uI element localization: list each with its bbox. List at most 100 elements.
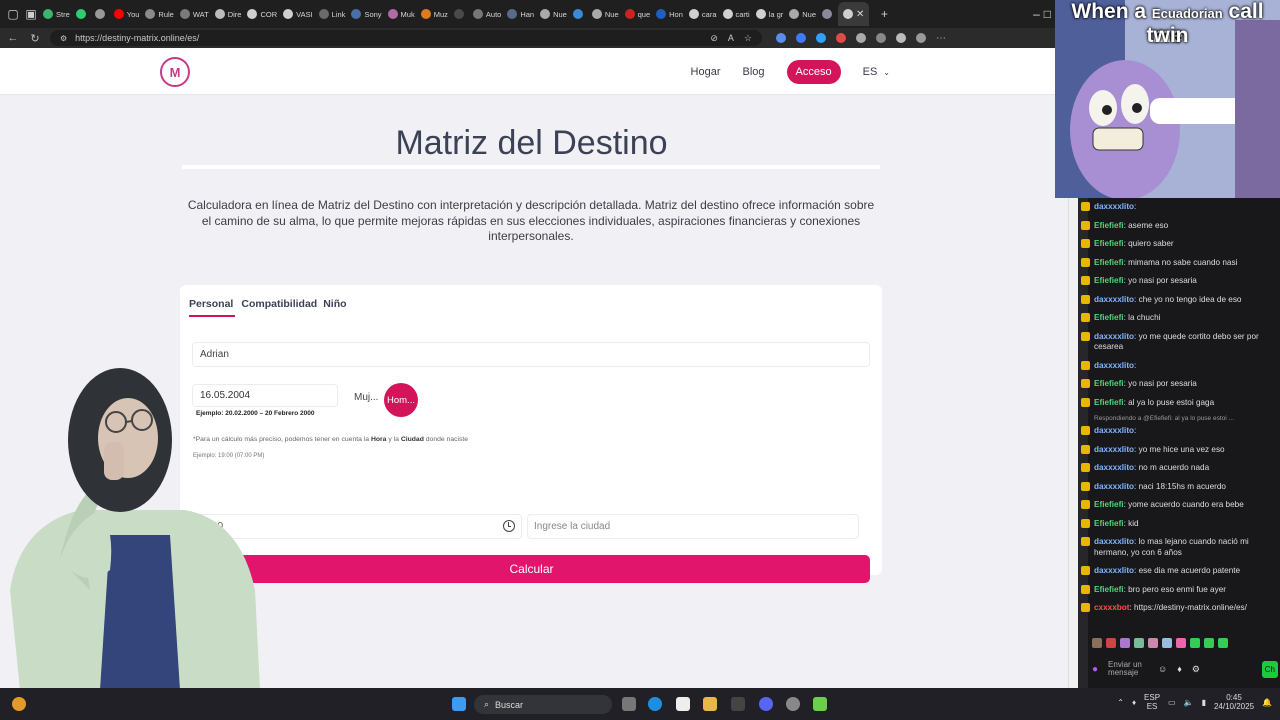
- chat-send-button[interactable]: Ch: [1261, 660, 1278, 678]
- maximize-icon[interactable]: □: [1044, 7, 1051, 21]
- network-icon[interactable]: ▭: [1168, 698, 1176, 707]
- extension-icon[interactable]: [816, 32, 826, 43]
- extension-icon[interactable]: [796, 32, 806, 43]
- emote-icon[interactable]: [1092, 638, 1102, 648]
- emote-icon[interactable]: [1106, 638, 1116, 648]
- emote-icon[interactable]: [1148, 638, 1158, 648]
- emote-icon[interactable]: [1204, 638, 1214, 648]
- weather-icon[interactable]: [12, 697, 26, 711]
- browser-tab[interactable]: Sony: [348, 2, 384, 26]
- browser-tab[interactable]: Han: [504, 2, 537, 26]
- browser-tab[interactable]: Stre: [40, 2, 73, 26]
- chat-username[interactable]: daxxxxlito: [1094, 566, 1134, 575]
- chat-username[interactable]: daxxxxlito: [1094, 482, 1134, 491]
- chat-username[interactable]: Efiefiefi: [1094, 221, 1124, 230]
- chat-username[interactable]: Efiefiefi: [1094, 500, 1124, 509]
- app-icon[interactable]: [731, 697, 745, 711]
- volume-icon[interactable]: 🔈: [1184, 698, 1194, 707]
- tab-compatibility[interactable]: Compatibilidad: [241, 298, 317, 317]
- browser-tab[interactable]: que: [622, 2, 654, 26]
- window-menu-icon[interactable]: ▢: [4, 5, 22, 23]
- site-logo[interactable]: M: [160, 57, 190, 87]
- discord-icon[interactable]: [759, 697, 773, 711]
- chat-username[interactable]: daxxxxlito: [1094, 463, 1134, 472]
- browser-tab[interactable]: Nue: [589, 2, 622, 26]
- chat-username[interactable]: Efiefiefi: [1094, 519, 1124, 528]
- browser-tab[interactable]: Auto: [470, 2, 504, 26]
- browser-tab[interactable]: VASI: [280, 2, 316, 26]
- calculate-button[interactable]: Calcular: [193, 555, 870, 583]
- app-icon[interactable]: [813, 697, 827, 711]
- chat-username[interactable]: daxxxxlito: [1094, 537, 1134, 546]
- battery-icon[interactable]: ▮: [1202, 698, 1206, 707]
- chat-username[interactable]: daxxxxlito: [1094, 295, 1134, 304]
- browser-tab[interactable]: Hon: [653, 2, 686, 26]
- browser-tab[interactable]: You: [111, 2, 143, 26]
- eye-off-icon[interactable]: ⊘: [710, 33, 718, 44]
- emote-icon[interactable]: [1218, 638, 1228, 648]
- profile-avatar-icon[interactable]: [916, 32, 926, 43]
- chat-username[interactable]: Efiefiefi: [1094, 258, 1124, 267]
- active-tab[interactable]: ✕: [838, 2, 870, 26]
- emote-icon[interactable]: [1190, 638, 1200, 648]
- extension-icon[interactable]: [876, 32, 886, 43]
- read-aloud-icon[interactable]: A: [728, 33, 734, 44]
- nav-blog-link[interactable]: Blog: [743, 66, 765, 78]
- chat-username[interactable]: daxxxxlito: [1094, 426, 1134, 435]
- tab-list-icon[interactable]: ▣: [22, 5, 40, 23]
- settings-icon[interactable]: ⚙: [1192, 664, 1200, 675]
- chat-username[interactable]: cxxxxbot: [1094, 603, 1130, 612]
- browser-tab[interactable]: [451, 2, 470, 26]
- clock[interactable]: 0:45 24/10/2025: [1214, 693, 1254, 711]
- browser-tab[interactable]: Nue: [537, 2, 570, 26]
- chat-username[interactable]: Efiefiefi: [1094, 379, 1124, 388]
- bits-icon[interactable]: ♦: [1177, 664, 1182, 674]
- emote-icon[interactable]: [1162, 638, 1172, 648]
- file-explorer-icon[interactable]: [703, 697, 717, 711]
- emoji-icon[interactable]: ☺: [1158, 664, 1167, 674]
- browser-tab[interactable]: Dire: [212, 2, 245, 26]
- browser-tab[interactable]: COR: [244, 2, 280, 26]
- nav-home-link[interactable]: Hogar: [691, 66, 721, 78]
- new-tab-icon[interactable]: +: [875, 5, 893, 23]
- edge-icon[interactable]: [648, 697, 662, 711]
- extension-icon[interactable]: [776, 32, 786, 43]
- browser-tab[interactable]: Rule: [142, 2, 176, 26]
- close-tab-icon[interactable]: ✕: [856, 9, 864, 20]
- favorites-icon[interactable]: [896, 32, 906, 43]
- chat-username[interactable]: daxxxxlito: [1094, 361, 1134, 370]
- bookmark-star-icon[interactable]: ☆: [744, 33, 752, 44]
- browser-tab[interactable]: carti: [720, 2, 753, 26]
- tab-child[interactable]: Niño: [323, 298, 346, 317]
- emote-icon[interactable]: [1176, 638, 1186, 648]
- chat-username[interactable]: daxxxxlito: [1094, 445, 1134, 454]
- chat-input[interactable]: Enviar un mensaje: [1108, 661, 1148, 677]
- chat-username[interactable]: daxxxxlito: [1094, 332, 1134, 341]
- minimize-icon[interactable]: –: [1033, 7, 1040, 21]
- language-indicator[interactable]: ESP ES: [1144, 693, 1160, 711]
- task-view-icon[interactable]: [622, 697, 636, 711]
- chat-username[interactable]: Efiefiefi: [1094, 398, 1124, 407]
- chat-username[interactable]: daxxxxlito: [1094, 202, 1134, 211]
- browser-tab[interactable]: [819, 2, 838, 26]
- browser-tab[interactable]: Muz: [418, 2, 451, 26]
- reload-icon[interactable]: ↻: [28, 32, 42, 45]
- browser-tab[interactable]: [73, 2, 92, 26]
- obs-icon[interactable]: [786, 697, 800, 711]
- notifications-icon[interactable]: 🔔: [1262, 698, 1272, 707]
- clock-icon[interactable]: [503, 520, 515, 532]
- city-input[interactable]: Ingrese la ciudad: [527, 514, 859, 539]
- more-menu-icon[interactable]: ⋯: [936, 33, 946, 44]
- chat-username[interactable]: Efiefiefi: [1094, 313, 1124, 322]
- site-info-icon[interactable]: ⚙: [60, 34, 67, 43]
- tab-personal[interactable]: Personal: [189, 298, 236, 317]
- gender-male-option[interactable]: Hom...: [384, 383, 418, 417]
- login-button[interactable]: Acceso: [786, 60, 841, 84]
- chat-username[interactable]: Efiefiefi: [1094, 276, 1124, 285]
- browser-tab[interactable]: Nue: [786, 2, 819, 26]
- extension-icon[interactable]: [836, 32, 846, 43]
- browser-tab[interactable]: Link: [316, 2, 349, 26]
- back-icon[interactable]: ←: [6, 32, 20, 44]
- name-input[interactable]: Adrian: [192, 342, 870, 367]
- location-icon[interactable]: ♦: [1132, 698, 1136, 707]
